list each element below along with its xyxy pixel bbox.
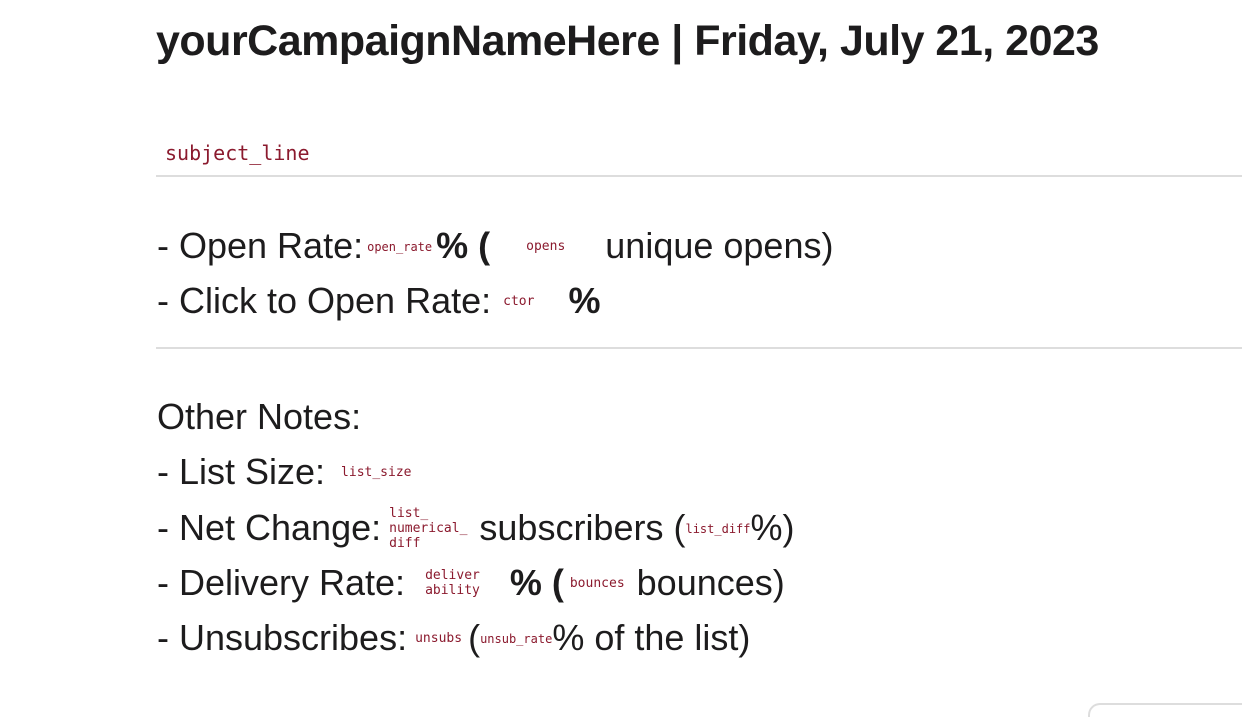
list-size-token: list_size [341, 465, 412, 481]
open-rate-label: - Open Rate: [157, 225, 364, 266]
unique-opens-text: unique opens) [605, 225, 834, 266]
opens-token: opens [526, 239, 566, 255]
net-change-line: - Net Change: list_ numerical_ diff subscrib… [157, 506, 795, 553]
delivery-percent: % ( [509, 562, 564, 603]
other-notes-heading: Other Notes: [157, 396, 362, 437]
divider-middle [156, 347, 1242, 349]
unsubscribes-label: - Unsubscribes: [157, 617, 408, 658]
open-rate-token: open_rate [367, 240, 433, 255]
unsubscribes-line: - Unsubscribes: unsubs (unsub_rate% of the… [157, 616, 750, 660]
deliverability-token-line1: deliver [425, 568, 480, 584]
unsub-rate-token: unsub_rate [480, 632, 553, 647]
ctor-token: ctor [503, 294, 535, 310]
list-size-label: - List Size: [157, 451, 326, 492]
net-change-token-line2: numerical_ [389, 520, 468, 536]
ctor-percent: % [568, 280, 601, 321]
delivery-rate-label: - Delivery Rate: [157, 562, 406, 603]
ctor-label: - Click to Open Rate: [157, 280, 492, 321]
delivery-rate-line: - Delivery Rate: deliver ability % ( bounces… [157, 561, 785, 605]
subject-line-token: subject_line [165, 141, 310, 165]
list-diff-token: list_diff [685, 522, 751, 537]
open-rate-percent: % ( [436, 225, 491, 266]
net-change-token-line3: diff [389, 535, 421, 551]
net-change-label: - Net Change: [157, 507, 382, 548]
unsubs-token: unsubs [415, 631, 463, 647]
bottom-right-panel-edge [1088, 703, 1242, 717]
net-change-percent: %) [750, 507, 795, 548]
page-title: yourCampaignNameHere | Friday, July 21, … [156, 17, 1099, 65]
unsubs-open-paren: ( [468, 617, 481, 658]
deliverability-token: deliver ability [425, 568, 480, 598]
open-rate-line: - Open Rate: open_rate% ( opens unique open… [157, 224, 833, 268]
list-size-line: - List Size: list_size [157, 450, 412, 494]
subscribers-text: subscribers ( [479, 507, 686, 548]
net-change-token-line1: list_ [389, 505, 429, 521]
bounces-text: bounces) [636, 562, 785, 603]
divider-top [156, 175, 1242, 177]
net-change-token: list_ numerical_ diff [389, 506, 467, 551]
bounces-token: bounces [569, 576, 625, 592]
ctor-line: - Click to Open Rate: ctor% [157, 279, 600, 323]
deliverability-token-line2: ability [425, 583, 480, 599]
of-list-text: % of the list) [552, 617, 751, 658]
